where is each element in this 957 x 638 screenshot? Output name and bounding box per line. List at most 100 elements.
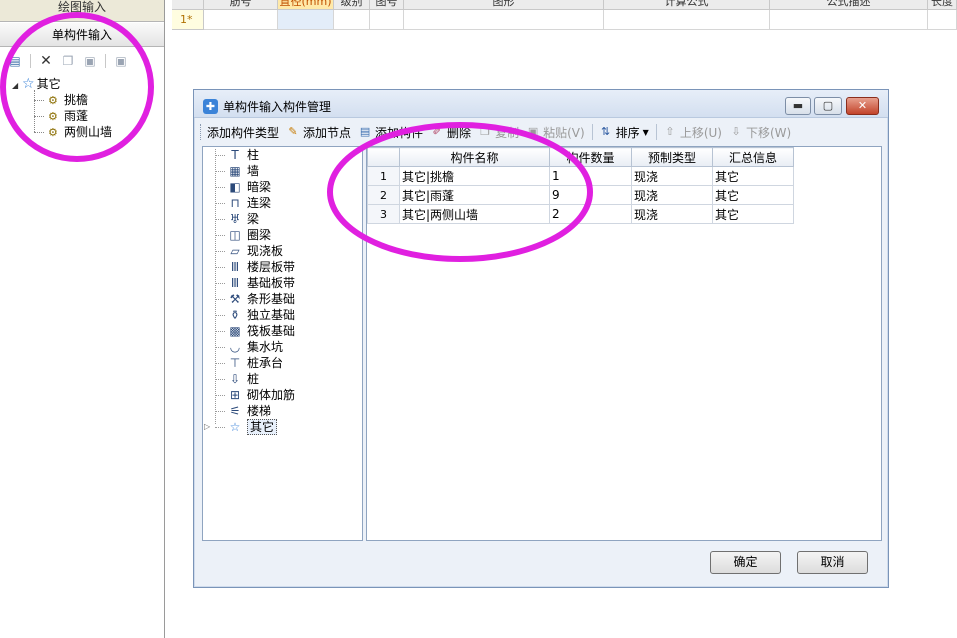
tree-item[interactable]: ▱ 现浇板 <box>203 243 362 259</box>
minimize-button[interactable]: ▬ <box>785 97 811 115</box>
move-down-button[interactable]: ⇩ 下移(W) <box>729 124 791 141</box>
property-icon[interactable]: ▤ <box>8 54 22 68</box>
tree-item-label: 楼层板带 <box>247 260 296 274</box>
tree-item[interactable]: ◫ 圈梁 <box>203 227 362 243</box>
grid-cell[interactable] <box>334 10 370 30</box>
grid-cell[interactable] <box>370 10 404 30</box>
maximize-button[interactable]: ▢ <box>814 97 842 115</box>
summary-cell[interactable]: 其它 <box>712 185 794 205</box>
grid-header: 图号 <box>370 0 404 10</box>
tree-item-label: 柱 <box>247 148 260 162</box>
row-number-header <box>367 147 400 167</box>
expand-arrow-icon[interactable]: ▷ <box>204 419 210 435</box>
name-cell[interactable]: 其它|挑檐 <box>399 166 550 186</box>
table-row[interactable]: 1 其它|挑檐 1 现浇 其它 <box>367 166 794 186</box>
tree-node-child[interactable]: ⚙ 雨蓬 <box>12 108 162 124</box>
add-component-button[interactable]: ▤ 添加构件 <box>358 124 423 141</box>
sort-button[interactable]: ⇅ 排序 ▼ <box>599 124 649 141</box>
tree-node-other[interactable]: ◢ ☆ 其它 <box>12 76 162 92</box>
tab-single-component-input[interactable]: 单构件输入 <box>0 23 164 47</box>
cancel-button[interactable]: 取消 <box>797 551 868 574</box>
tab-single-component-input-label: 单构件输入 <box>51 28 112 42</box>
count-cell[interactable]: 2 <box>549 204 632 224</box>
tree-item[interactable]: ⊓ 连梁 <box>203 195 362 211</box>
tree-item[interactable]: Ⅲ 基础板带 <box>203 275 362 291</box>
column-header-count[interactable]: 构件数量 <box>549 147 632 167</box>
add-component-type-button[interactable]: 添加构件类型 <box>207 124 279 141</box>
precast-type-cell[interactable]: 现浇 <box>631 204 713 224</box>
summary-cell[interactable]: 其它 <box>712 166 794 186</box>
delete-button[interactable]: ✐ 删除 <box>430 124 471 141</box>
name-cell[interactable]: 其它|两侧山墙 <box>399 204 550 224</box>
table-row[interactable]: 3 其它|两侧山墙 2 现浇 其它 <box>367 204 794 224</box>
paste-icon[interactable]: ▣ <box>83 54 97 68</box>
tree-item[interactable]: ⊞ 砌体加筋 <box>203 387 362 403</box>
tree-node-label: 其它 <box>36 77 61 91</box>
grid-cell-selected[interactable] <box>278 10 334 30</box>
precast-type-cell[interactable]: 现浇 <box>631 166 713 186</box>
delete-icon[interactable]: ✕ <box>39 54 53 68</box>
summary-cell[interactable]: 其它 <box>712 204 794 224</box>
tree-item[interactable]: ⚟ 楼梯 <box>203 403 362 419</box>
component-gear-icon: ⚙ <box>48 94 58 107</box>
grid-cell[interactable] <box>204 10 278 30</box>
count-cell[interactable]: 9 <box>549 185 632 205</box>
paste-special-icon[interactable]: ▣ <box>114 54 128 68</box>
tree-item[interactable]: ▦ 墙 <box>203 163 362 179</box>
component-type-icon: ☆ <box>229 420 241 434</box>
tree-item[interactable]: ⊤ 桩承台 <box>203 355 362 371</box>
toolbar-grip <box>200 124 203 140</box>
column-header-precast-type[interactable]: 预制类型 <box>631 147 713 167</box>
component-type-icon: ◧ <box>229 180 241 194</box>
app-icon: ✚ <box>203 99 218 114</box>
tree-node-child[interactable]: ⚙ 挑檐 <box>12 92 162 108</box>
copy-icon[interactable]: ❐ <box>61 54 75 68</box>
grid-cell[interactable] <box>604 10 770 30</box>
component-type-icon: ◫ <box>229 228 241 242</box>
sort-az-icon: ⇅ <box>601 125 611 138</box>
tree-item[interactable]: ◡ 集水坑 <box>203 339 362 355</box>
precast-type-cell[interactable]: 现浇 <box>631 185 713 205</box>
add-node-button[interactable]: ✎ 添加节点 <box>286 124 351 141</box>
grid-cell[interactable] <box>770 10 928 30</box>
tree-node-child[interactable]: ⚙ 两侧山墙 <box>12 124 162 140</box>
grid-cell[interactable] <box>928 10 957 30</box>
paste-button[interactable]: ▣ 粘贴(V) <box>526 124 585 141</box>
tree-item[interactable]: ⇩ 桩 <box>203 371 362 387</box>
tree-item[interactable]: Ⅲ 楼层板带 <box>203 259 362 275</box>
tree-item-label: 基础板带 <box>247 276 296 290</box>
component-type-icon: ▱ <box>230 244 240 258</box>
ok-button[interactable]: 确定 <box>710 551 781 574</box>
tree-item-label: 桩承台 <box>247 356 284 370</box>
tree-item[interactable]: ◧ 暗梁 <box>203 179 362 195</box>
component-grid-pane: 构件名称 构件数量 预制类型 汇总信息 1 其它|挑檐 1 现浇 其它 2 其它|雨蓬 9 现浇… <box>366 146 882 541</box>
component-manager-dialog: ✚ 单构件输入构件管理 ▬ ▢ ✕ 添加构件类型 ✎ 添加节点 ▤ 添加构件 ✐… <box>193 89 889 588</box>
paste-label: 粘贴(V) <box>543 125 585 140</box>
dialog-titlebar[interactable]: ✚ 单构件输入构件管理 ▬ ▢ ✕ <box>194 90 888 118</box>
copy-button[interactable]: ❐ 复制 <box>478 124 519 141</box>
tree-item[interactable]: ▩ 筏板基础 <box>203 323 362 339</box>
table-row[interactable]: 2 其它|雨蓬 9 现浇 其它 <box>367 185 794 205</box>
row-number-cell[interactable]: 1 <box>367 166 400 186</box>
row-number-cell[interactable]: 3 <box>367 204 400 224</box>
grid-header: 长度 <box>928 0 957 10</box>
column-header-summary[interactable]: 汇总信息 <box>712 147 794 167</box>
sort-label: 排序 <box>615 125 640 140</box>
row-number-cell[interactable]: 2 <box>367 185 400 205</box>
grid-cell[interactable] <box>404 10 604 30</box>
tree-item[interactable]: ▷ ☆ 其它 <box>203 419 362 435</box>
tree-item[interactable]: ⚒ 条形基础 <box>203 291 362 307</box>
tree-node-label: 两侧山墙 <box>64 125 113 139</box>
tree-item-label: 现浇板 <box>247 244 284 258</box>
add-node-icon: ✎ <box>288 125 298 138</box>
row-number[interactable]: 1* <box>172 10 204 30</box>
tree-item[interactable]: ⚱ 独立基础 <box>203 307 362 323</box>
tree-item[interactable]: ♅ 梁 <box>203 211 362 227</box>
name-cell[interactable]: 其它|雨蓬 <box>399 185 550 205</box>
move-up-button[interactable]: ⇧ 上移(U) <box>663 124 722 141</box>
tree-item[interactable]: T柱 <box>203 147 362 163</box>
close-button[interactable]: ✕ <box>846 97 879 115</box>
count-cell[interactable]: 1 <box>549 166 632 186</box>
tab-draw-input[interactable]: 绘图输入 <box>0 0 164 22</box>
column-header-name[interactable]: 构件名称 <box>399 147 550 167</box>
